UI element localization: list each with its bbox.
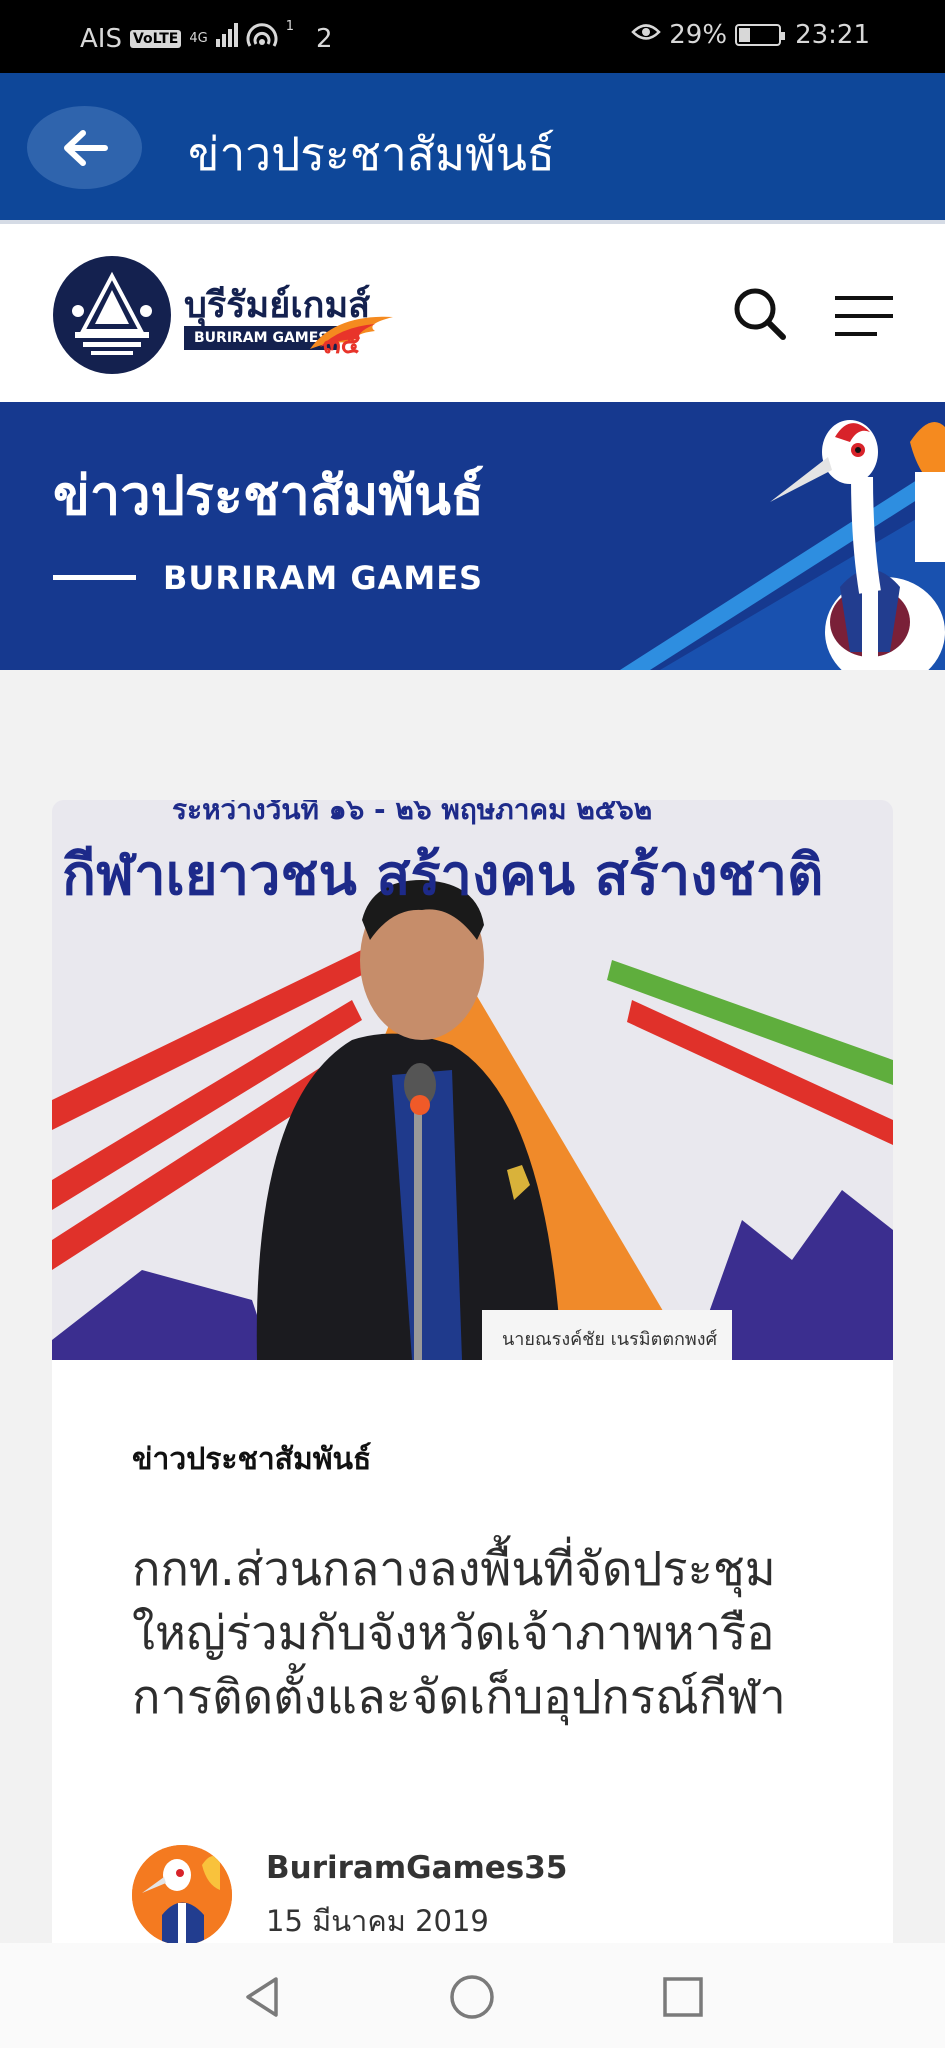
nav-recents-button[interactable] xyxy=(659,1973,707,2021)
hero-banner: ข่าวประชาสัมพันธ์ BURIRAM GAMES xyxy=(0,402,945,670)
hamburger-menu-icon xyxy=(835,296,893,336)
triangle-back-icon xyxy=(246,1977,278,2017)
logo-emblem[interactable] xyxy=(53,256,171,374)
article-photo[interactable]: นายณรงค์ชัย เนรมิตตกพงศ์ ระหว่างวันที่ ๑… xyxy=(52,800,893,1360)
mascot-illustration xyxy=(620,420,945,670)
article-date: 15 มีนาคม 2019 xyxy=(266,1904,489,1938)
status-right: 29% 23:21 xyxy=(631,20,870,50)
notification-count: 2 xyxy=(316,23,333,54)
back-button[interactable] xyxy=(27,106,142,189)
article-category[interactable]: ข่าวประชาสัมพันธ์ xyxy=(132,1436,371,1483)
svg-text:นายณรงค์ชัย เนรมิตตกพงศ์: นายณรงค์ชัย เนรมิตตกพงศ์ xyxy=(502,1329,718,1350)
article-card[interactable]: นายณรงค์ชัย เนรมิตตกพงศ์ ระหว่างวันที่ ๑… xyxy=(52,800,893,2048)
hero-title: ข่าวประชาสัมพันธ์ xyxy=(53,464,484,527)
circle-home-icon xyxy=(450,1975,494,2019)
author-name[interactable]: BuriramGames35 xyxy=(266,1850,567,1886)
network-type: 4G xyxy=(189,31,208,46)
hero-divider xyxy=(53,575,136,580)
flame-35-icon: ๓๕ xyxy=(310,316,393,359)
site-header: บุรีรัมย์เกมส์ BURIRAM GAMES ๓๕ xyxy=(0,220,945,402)
arrow-left-icon xyxy=(63,129,108,166)
photo-banner-main: กีฬาเยาวชน สร้างคน สร้างชาติ xyxy=(62,843,824,908)
signal-icon xyxy=(215,23,238,54)
eye-comfort-icon xyxy=(631,20,662,50)
app-bar-title: ข่าวประชาสัมพันธ์ xyxy=(188,127,556,181)
author-avatar[interactable] xyxy=(132,1845,232,1945)
volte-badge: VoLTE xyxy=(129,29,182,48)
carrier-label: AIS xyxy=(80,23,122,54)
clock: 23:21 xyxy=(795,20,870,50)
nav-back-button[interactable] xyxy=(238,1973,286,2021)
hotspot-icon xyxy=(246,20,278,57)
menu-button[interactable] xyxy=(833,294,895,338)
search-button[interactable] xyxy=(730,284,790,344)
battery-icon xyxy=(735,24,786,46)
status-left: AIS VoLTE 4G 1 2 xyxy=(80,20,333,57)
nav-home-button[interactable] xyxy=(448,1973,496,2021)
svg-text:๓๕: ๓๕ xyxy=(323,330,361,359)
square-recents-icon xyxy=(663,1977,703,2017)
hero-subtitle: BURIRAM GAMES xyxy=(163,559,484,597)
hotspot-count: 1 xyxy=(285,19,295,34)
app-bar: ข่าวประชาสัมพันธ์ xyxy=(0,73,945,220)
article-title[interactable]: กกท.ส่วนกลางลงพื้นที่จัดประชุมใหญ่ร่วมกั… xyxy=(132,1538,852,1730)
system-nav-bar xyxy=(0,1943,945,2048)
battery-percent: 29% xyxy=(669,20,728,50)
search-icon xyxy=(734,288,786,340)
status-bar: AIS VoLTE 4G 1 2 29% 23:21 xyxy=(0,0,945,73)
photo-banner-top: ระหว่างวันที่ ๑๖ - ๒๖ พฤษภาคม ๒๕๖๒ xyxy=(172,800,653,826)
